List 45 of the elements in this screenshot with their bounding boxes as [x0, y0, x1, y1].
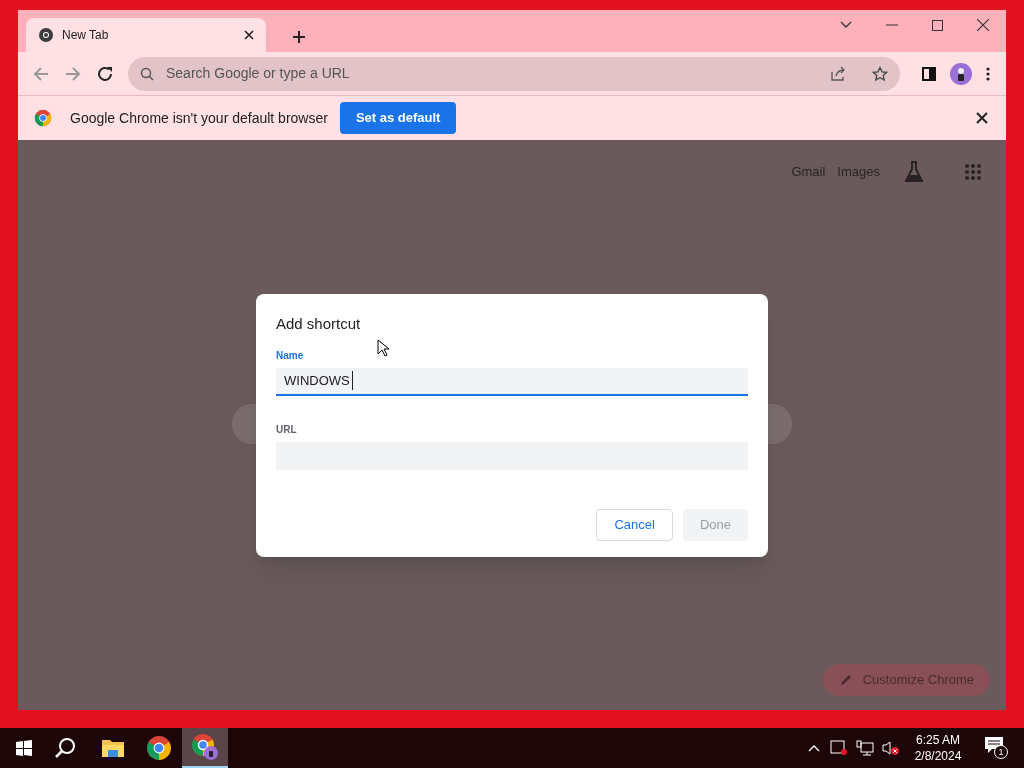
set-default-button[interactable]: Set as default: [339, 102, 457, 134]
menu-icon[interactable]: [986, 66, 990, 81]
field-label: Name: [276, 348, 304, 363]
close-icon[interactable]: [976, 112, 988, 124]
share-icon[interactable]: [830, 65, 846, 82]
text-field[interactable]: WINDOWS: [276, 367, 748, 396]
browser-tab[interactable]: New Tab: [26, 18, 266, 52]
clock[interactable]: 6:25 AM 2/8/2024: [910, 732, 966, 764]
notification-button[interactable]: 1: [984, 736, 1010, 760]
start-icon[interactable]: [16, 740, 32, 756]
chrome-icon: [34, 109, 52, 127]
header-link[interactable]: Images: [837, 162, 880, 182]
search-icon: [140, 66, 154, 81]
notification-count: 1: [994, 745, 1008, 759]
network-icon[interactable]: [856, 740, 874, 756]
tab-title: New Tab: [62, 27, 110, 44]
tablet-icon[interactable]: [830, 740, 848, 756]
search-icon[interactable]: [54, 737, 76, 759]
chevron-up-icon[interactable]: [808, 744, 820, 752]
tab-search-icon[interactable]: [840, 21, 852, 29]
chrome-icon: [146, 735, 172, 761]
muted-speaker-icon[interactable]: [882, 740, 900, 756]
infobar-message: Google Chrome isn't your default browser: [70, 108, 328, 128]
apps-icon[interactable]: [964, 163, 982, 181]
new-tab-icon[interactable]: [292, 30, 306, 44]
close-icon[interactable]: [977, 19, 989, 31]
maximize-icon[interactable]: [932, 19, 943, 31]
flask-icon[interactable]: [904, 161, 924, 183]
pencil-icon: [838, 673, 853, 687]
header-link[interactable]: Gmail: [791, 162, 826, 182]
field-label: URL: [276, 422, 297, 437]
star-icon[interactable]: [872, 65, 888, 82]
side-panel-icon[interactable]: [922, 66, 936, 81]
clock-time: 6:25 AM: [916, 732, 960, 748]
mouse-cursor-icon: [377, 339, 389, 357]
dialog-button[interactable]: Cancel: [596, 509, 673, 541]
chrome-icon: [38, 27, 54, 43]
reload-icon[interactable]: [96, 64, 114, 83]
folder-icon: [101, 737, 125, 759]
close-icon[interactable]: [244, 30, 254, 40]
chrome-profile-icon: [191, 733, 219, 761]
clock-date: 2/8/2024: [914, 748, 962, 764]
profile-avatar[interactable]: [950, 62, 972, 85]
address-bar[interactable]: Search Google or type a URL: [128, 56, 900, 91]
dialog-title: Add shortcut: [276, 314, 362, 334]
